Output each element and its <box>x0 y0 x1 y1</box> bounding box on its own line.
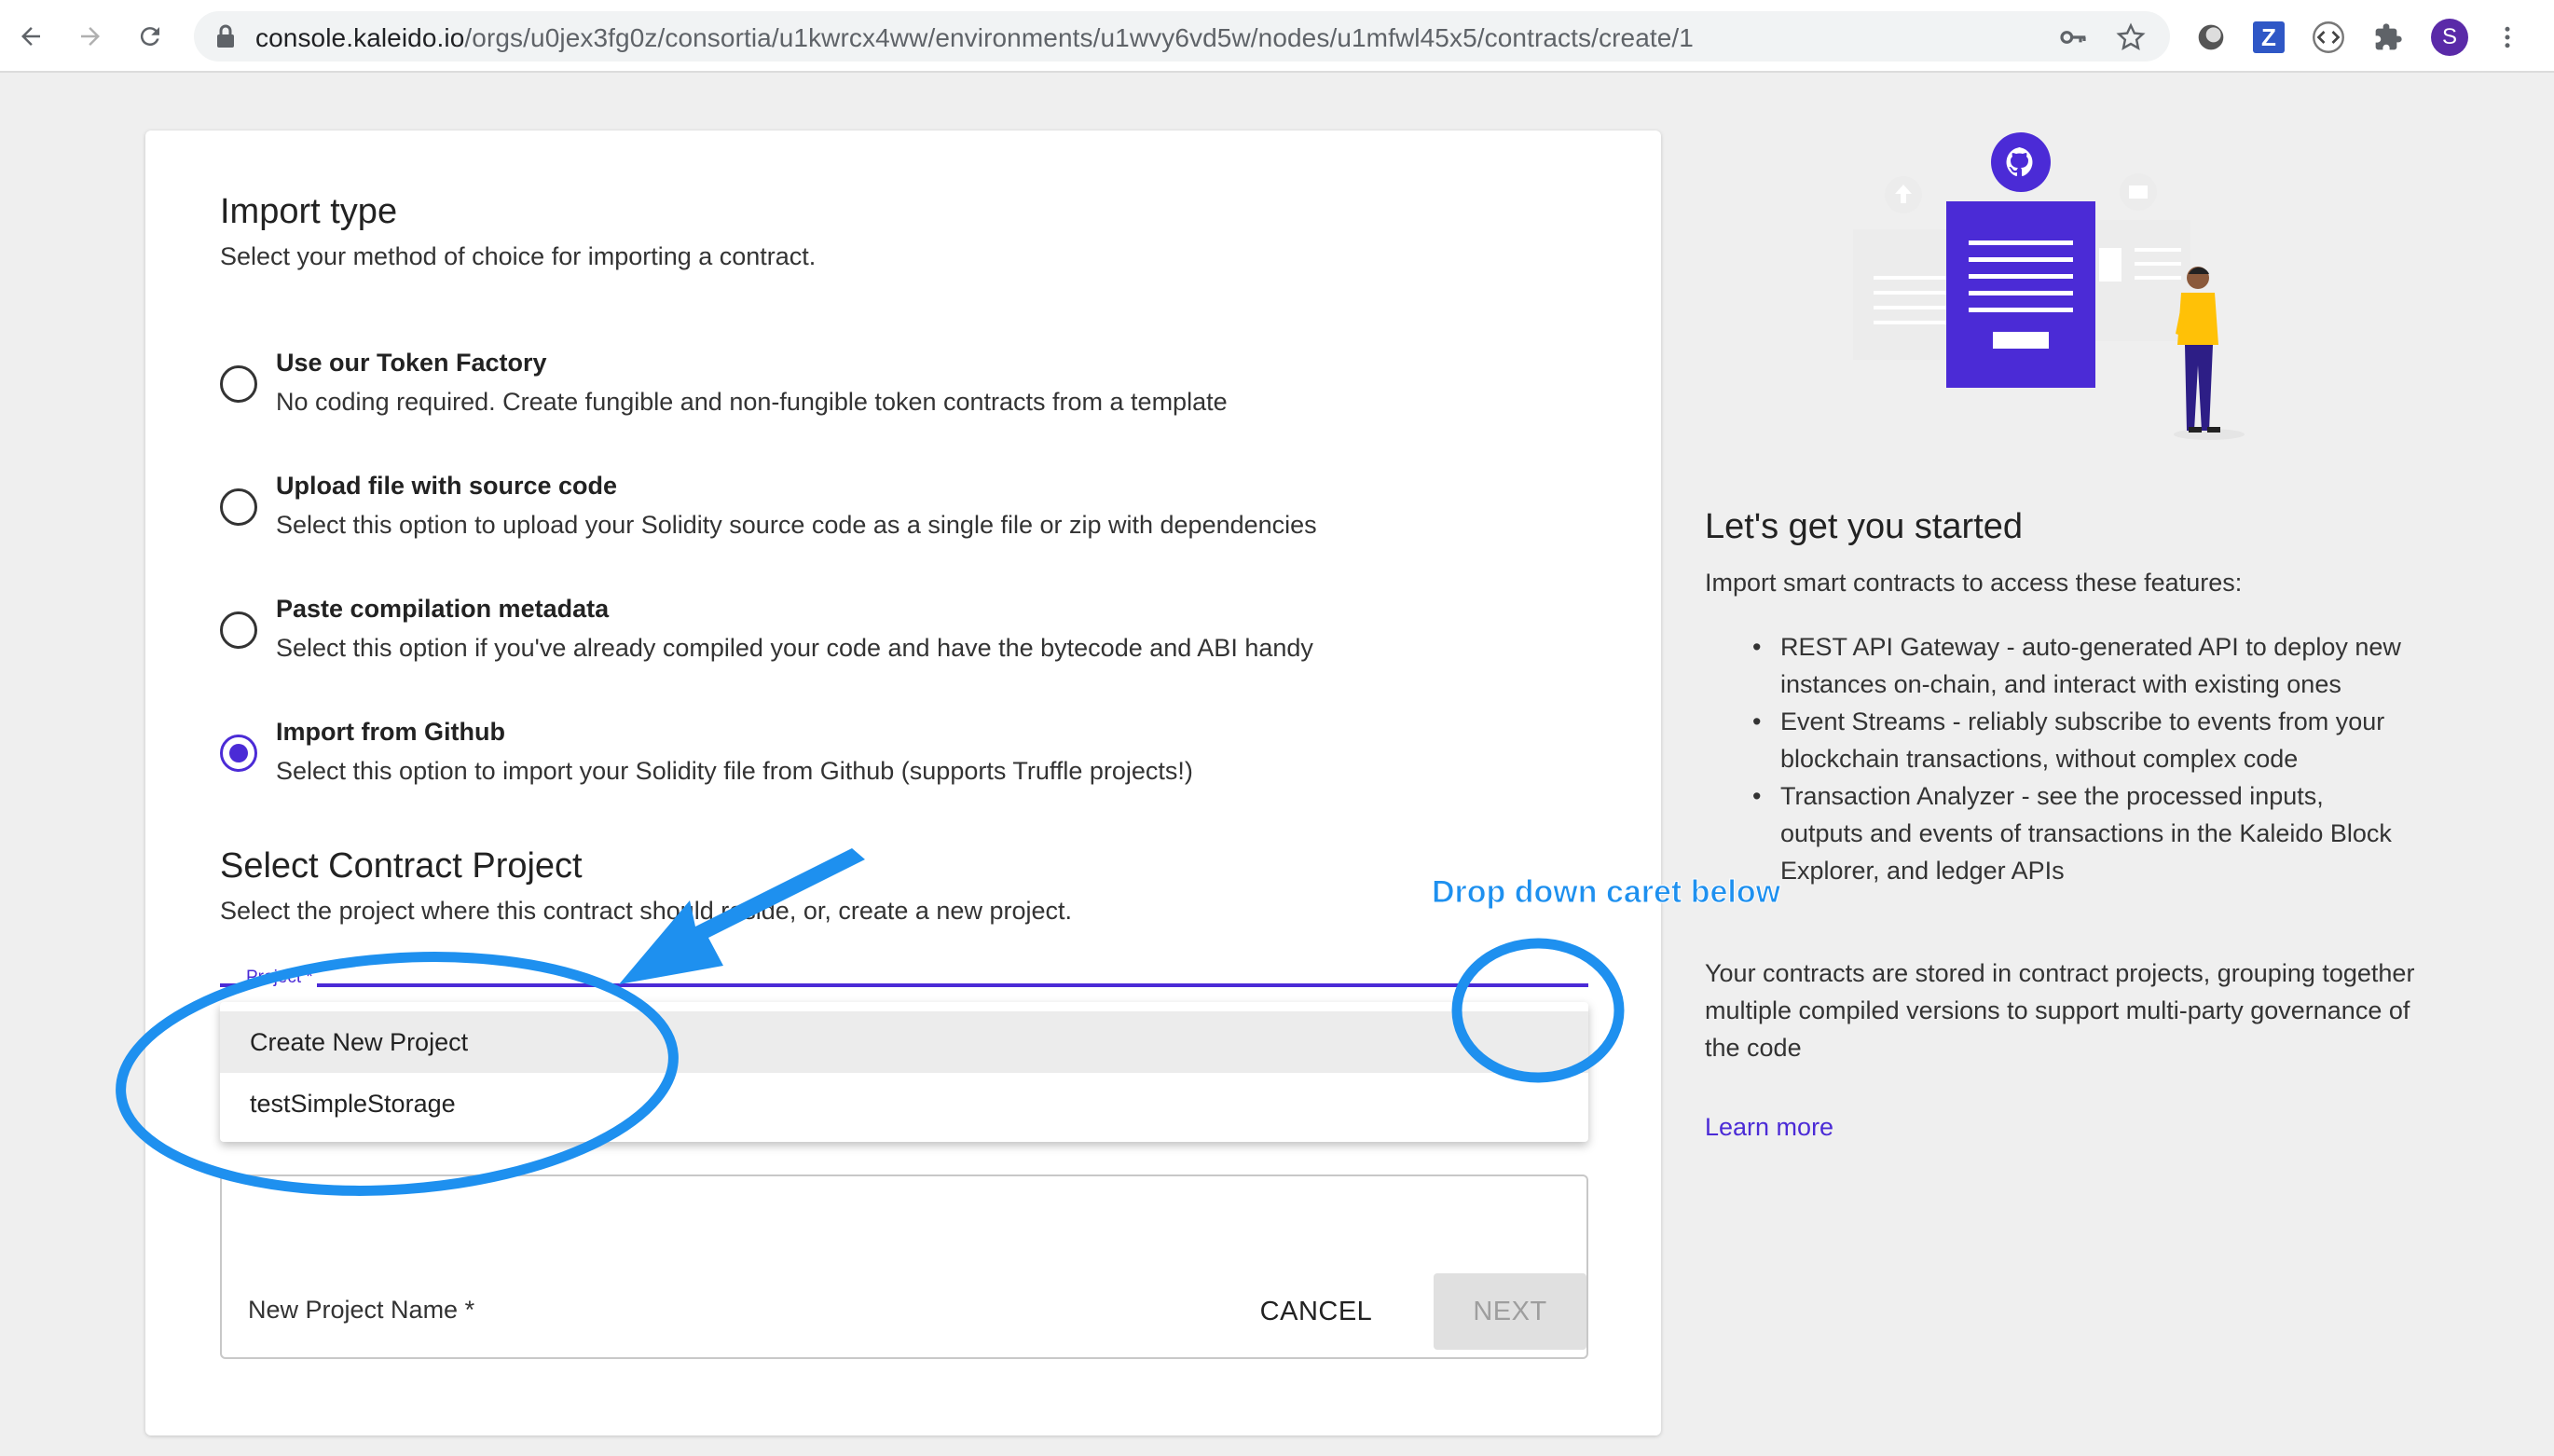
feature-transaction-analyzer: Transaction Analyzer - see the processed… <box>1752 777 2405 889</box>
address-bar[interactable]: console.kaleido.io/orgs/u0jex3fg0z/conso… <box>194 11 2170 62</box>
extension-circle-icon[interactable] <box>2192 19 2230 56</box>
extensions-puzzle-icon[interactable] <box>2369 19 2407 56</box>
option-title-import-github: Import from Github <box>276 718 505 746</box>
cancel-button[interactable]: CANCEL <box>1232 1273 1400 1350</box>
option-desc-upload-file: Select this option to upload your Solidi… <box>276 511 1317 539</box>
forward-arrow-icon[interactable] <box>71 17 110 56</box>
option-desc-token-factory: No coding required. Create fungible and … <box>276 388 1228 416</box>
extension-z-icon[interactable]: Z <box>2250 19 2287 56</box>
project-select-label: Project * <box>242 968 317 988</box>
radio-paste-metadata[interactable] <box>220 611 257 649</box>
radio-upload-file[interactable] <box>220 488 257 526</box>
learn-more-link[interactable]: Learn more <box>1705 1113 1833 1142</box>
dropdown-item-create-new-project[interactable]: Create New Project <box>220 1011 1588 1073</box>
lock-icon <box>217 24 234 48</box>
contract-projects-description: Your contracts are stored in contract pr… <box>1705 959 2415 1062</box>
option-title-paste-metadata: Paste compilation metadata <box>276 595 610 623</box>
option-desc-import-github: Select this option to import your Solidi… <box>276 757 1193 785</box>
contract-project-subtitle: Select the project where this contract s… <box>220 897 1072 925</box>
project-dropdown-menu: Create New Project testSimpleStorage <box>220 1002 1588 1142</box>
get-started-intro: Import smart contracts to access these f… <box>1705 569 2243 597</box>
radio-import-github[interactable] <box>220 735 257 772</box>
reload-icon[interactable] <box>130 17 170 56</box>
radio-token-factory[interactable] <box>220 365 257 403</box>
new-project-name-label: New Project Name * <box>248 1296 475 1324</box>
next-button[interactable]: NEXT <box>1434 1273 1586 1350</box>
extension-code-icon[interactable] <box>2310 19 2347 56</box>
import-type-subtitle: Select your method of choice for importi… <box>220 242 817 270</box>
github-import-illustration <box>1853 132 2245 440</box>
option-title-upload-file: Upload file with source code <box>276 472 618 500</box>
import-type-heading: Import type <box>220 192 398 231</box>
key-icon[interactable] <box>2058 22 2088 52</box>
annotation-text: Drop down caret below <box>1431 874 1781 911</box>
dropdown-item-test-simple-storage[interactable]: testSimpleStorage <box>220 1073 1588 1134</box>
profile-avatar[interactable]: S <box>2431 19 2468 56</box>
browser-toolbar: console.kaleido.io/orgs/u0jex3fg0z/conso… <box>0 0 2554 73</box>
feature-event-streams: Event Streams - reliably subscribe to ev… <box>1752 703 2405 777</box>
features-list: REST API Gateway - auto-generated API to… <box>1752 628 2405 889</box>
option-desc-paste-metadata: Select this option if you've already com… <box>276 634 1313 662</box>
back-arrow-icon[interactable] <box>11 17 50 56</box>
browser-menu-icon[interactable] <box>2489 19 2526 56</box>
star-icon[interactable] <box>2116 22 2146 52</box>
url-text: console.kaleido.io/orgs/u0jex3fg0z/conso… <box>255 23 1694 52</box>
get-started-heading: Let's get you started <box>1705 507 2024 546</box>
feature-rest-api: REST API Gateway - auto-generated API to… <box>1752 628 2405 703</box>
import-contract-card: Import type Select your method of choice… <box>145 130 1661 1435</box>
option-title-token-factory: Use our Token Factory <box>276 349 547 377</box>
contract-project-heading: Select Contract Project <box>220 846 583 886</box>
